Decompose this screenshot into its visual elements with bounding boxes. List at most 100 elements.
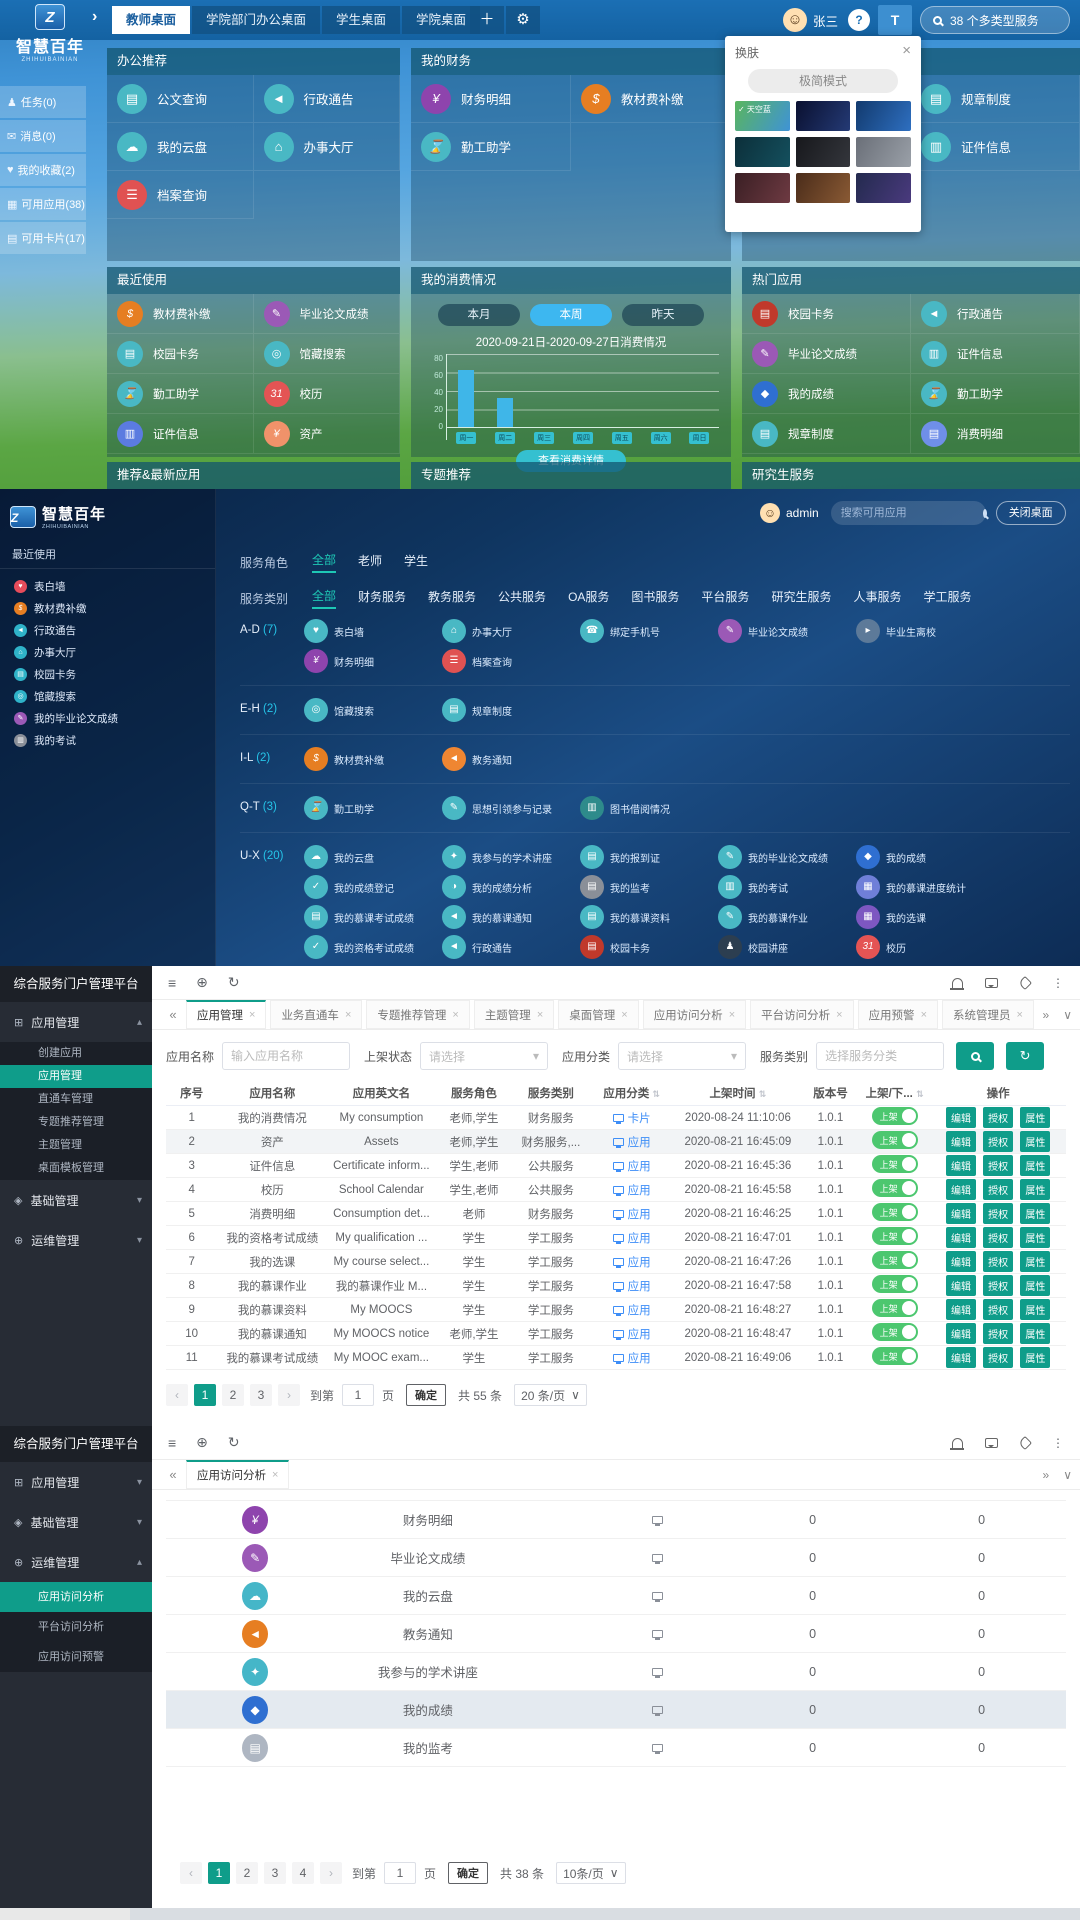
analysis-row[interactable]: ✦ 我参与的学术讲座 0 0 — [166, 1653, 1066, 1691]
category-option[interactable]: 全部 — [312, 587, 336, 609]
analysis-row[interactable]: ☁ 我的云盘 0 0 — [166, 1577, 1066, 1615]
authorize-button[interactable]: 授权 — [983, 1107, 1013, 1128]
app-tile[interactable]: ◆ 我的成绩 — [856, 845, 994, 869]
property-button[interactable]: 属性 — [1020, 1251, 1050, 1272]
admin-avatar[interactable]: ☺ — [760, 503, 780, 523]
tabs-scroll-left-icon[interactable]: « — [160, 1467, 186, 1482]
admin-tab[interactable]: 应用访问分析 × — [643, 1000, 746, 1029]
admin-tab[interactable]: 业务直通车 × — [270, 1000, 362, 1029]
edit-button[interactable]: 编辑 — [946, 1299, 976, 1320]
table-row[interactable]: 9 我的慕课资料 My MOOCS 学生 学工服务 应用 2020-08-21 … — [166, 1298, 1066, 1322]
search-button[interactable] — [956, 1042, 994, 1070]
recent-app-item[interactable]: ⌂ 办事大厅 — [0, 641, 215, 663]
skin-thumbnail[interactable] — [856, 173, 911, 203]
close-tab-icon[interactable]: × — [537, 1009, 543, 1021]
menu-app-management[interactable]: ⊞ 应用管理 ▾ — [0, 1462, 152, 1502]
app-tile[interactable]: 31 校历 — [856, 935, 994, 959]
desktop-settings-gear-icon[interactable]: ⚙ — [506, 6, 540, 34]
menu-ops-management[interactable]: ⊕ 运维管理 ▾ — [0, 1220, 152, 1260]
app-tile[interactable]: ✎ 思想引领参与记录 — [442, 796, 580, 820]
authorize-button[interactable]: 授权 — [983, 1131, 1013, 1152]
globe-icon[interactable]: ⊕ — [196, 1434, 208, 1451]
app-tile[interactable]: ▤ 我的报到证 — [580, 845, 718, 869]
tag-icon[interactable] — [1018, 975, 1032, 989]
class-select[interactable]: 请选择▾ — [618, 1042, 746, 1070]
recent-app-item[interactable]: ▥ 我的考试 — [0, 729, 215, 751]
tabs-scroll-right-icon[interactable]: » — [1043, 1468, 1050, 1482]
property-button[interactable]: 属性 — [1020, 1227, 1050, 1248]
add-desktop-button[interactable]: ＋ — [470, 6, 504, 34]
app-tile[interactable]: ✎ 毕业论文成绩 — [718, 619, 856, 643]
submenu-item[interactable]: 桌面模板管理 — [0, 1157, 152, 1180]
category-option[interactable]: 学工服务 — [923, 588, 971, 608]
skin-thumbnail[interactable] — [796, 173, 851, 203]
category-option[interactable]: 研究生服务 — [771, 588, 831, 608]
property-button[interactable]: 属性 — [1020, 1275, 1050, 1296]
app-tile[interactable]: ◆ 我的成绩 — [742, 374, 911, 414]
app-name-input[interactable] — [222, 1042, 350, 1070]
skin-thumbnail[interactable] — [796, 137, 851, 167]
close-tab-icon[interactable]: × — [729, 1009, 735, 1021]
app-tile[interactable]: ✦ 我参与的学术讲座 — [442, 845, 580, 869]
sidebar-item[interactable]: ♥ 我的收藏(2) — [0, 154, 86, 186]
app-tile[interactable]: ▤ 公文查询 — [107, 75, 254, 123]
app-tile[interactable]: ¥ 资产 — [254, 414, 401, 454]
submenu-item[interactable]: 主题管理 — [0, 1134, 152, 1157]
consumption-tab[interactable]: 本月 — [438, 304, 520, 326]
edit-button[interactable]: 编辑 — [946, 1179, 976, 1200]
consumption-tab[interactable]: 本周 — [530, 304, 612, 326]
close-tab-icon[interactable]: × — [452, 1009, 458, 1021]
app-tile[interactable]: ▤ 我的慕课资料 — [580, 905, 718, 929]
page-number[interactable]: 1 — [208, 1862, 230, 1884]
authorize-button[interactable]: 授权 — [983, 1299, 1013, 1320]
edit-button[interactable]: 编辑 — [946, 1323, 976, 1344]
publish-toggle[interactable]: 上架 — [872, 1299, 918, 1317]
desktop-tab[interactable]: 学生桌面 — [322, 6, 400, 34]
app-tile[interactable]: ¥ 财务明细 — [411, 75, 571, 123]
sidebar-item[interactable]: ♟ 任务(0) — [0, 86, 86, 118]
property-button[interactable]: 属性 — [1020, 1203, 1050, 1224]
edit-button[interactable]: 编辑 — [946, 1251, 976, 1272]
app-tile[interactable]: ⌂ 办事大厅 — [442, 619, 580, 643]
consumption-tab[interactable]: 昨天 — [622, 304, 704, 326]
table-row[interactable]: 2 资产 Assets 老师,学生 财务服务,... 应用 2020-08-21… — [166, 1130, 1066, 1154]
sidebar-item[interactable]: ▦ 可用应用(38) — [0, 188, 86, 220]
desktop-tab[interactable]: 学院部门办公桌面 — [192, 6, 320, 34]
app-tile[interactable]: ◎ 馆藏搜索 — [254, 334, 401, 374]
app-tile[interactable]: ⌂ 办事大厅 — [254, 123, 401, 171]
bell-icon[interactable] — [952, 978, 963, 988]
page-number[interactable]: 1 — [194, 1384, 216, 1406]
app-tile[interactable]: ♥ 表白墙 — [304, 619, 442, 643]
app-tile[interactable]: ⌛ 勤工助学 — [107, 374, 254, 414]
skin-thumbnail[interactable] — [735, 173, 790, 203]
table-row[interactable]: 8 我的慕课作业 我的慕课作业 M... 学生 学工服务 应用 2020-08-… — [166, 1274, 1066, 1298]
property-button[interactable]: 属性 — [1020, 1347, 1050, 1368]
recent-app-item[interactable]: $ 教材费补缴 — [0, 597, 215, 619]
app-search-input[interactable] — [841, 507, 983, 519]
recent-app-item[interactable]: ◄ 行政通告 — [0, 619, 215, 641]
table-row[interactable]: 1 我的消费情况 My consumption 老师,学生 财务服务 卡片 20… — [166, 1106, 1066, 1130]
property-button[interactable]: 属性 — [1020, 1323, 1050, 1344]
menu-app-management[interactable]: ⊞ 应用管理 ▴ — [0, 1002, 152, 1042]
close-desktop-button[interactable]: 关闭桌面 — [996, 501, 1066, 525]
app-class-link[interactable]: 应用 — [613, 1326, 651, 1342]
skin-thumbnail[interactable] — [856, 101, 911, 131]
app-tile[interactable]: ▥ 证件信息 — [107, 414, 254, 454]
skin-shirt-icon[interactable]: T — [878, 5, 912, 35]
app-tile[interactable]: ▥ 证件信息 — [911, 334, 1080, 374]
refresh-icon[interactable]: ↻ — [228, 974, 240, 991]
tabs-dropdown-icon[interactable]: ∨ — [1063, 1008, 1072, 1022]
app-tile[interactable]: ◄ 行政通告 — [442, 935, 580, 959]
prev-page-icon[interactable]: ‹ — [180, 1862, 202, 1884]
publish-toggle[interactable]: 上架 — [872, 1227, 918, 1245]
app-search-box[interactable] — [831, 501, 986, 525]
table-row[interactable]: 7 我的选课 My course select... 学生 学工服务 应用 20… — [166, 1250, 1066, 1274]
edit-button[interactable]: 编辑 — [946, 1155, 976, 1176]
recent-app-item[interactable]: ✎ 我的毕业论文成绩 — [0, 707, 215, 729]
app-tile[interactable]: $ 教材费补缴 — [107, 294, 254, 334]
role-option[interactable]: 老师 — [358, 552, 382, 572]
app-class-link[interactable]: 应用 — [613, 1182, 651, 1198]
app-tile[interactable]: ▤ 我的慕课考试成绩 — [304, 905, 442, 929]
jump-page-input[interactable] — [384, 1862, 416, 1884]
submenu-item[interactable]: 应用管理 — [0, 1065, 152, 1088]
